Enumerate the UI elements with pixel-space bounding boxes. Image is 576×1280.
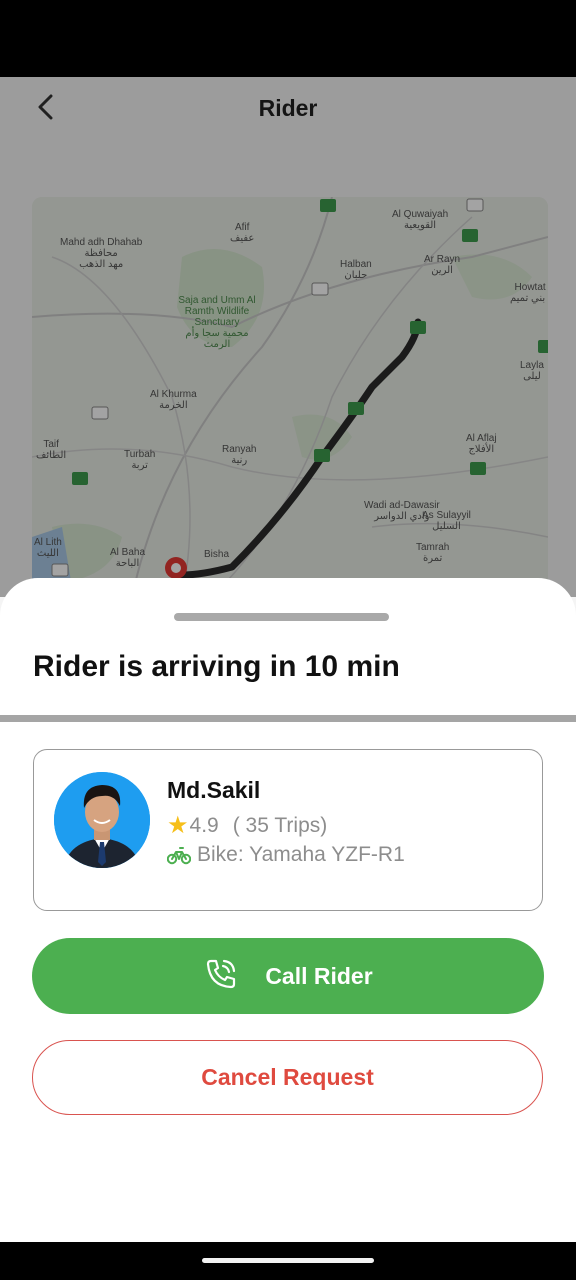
map-label: Halban حلبان xyxy=(340,259,372,281)
call-rider-button[interactable]: Call Rider xyxy=(32,938,544,1014)
map-label: Bisha xyxy=(204,549,230,560)
status-bar xyxy=(0,0,576,77)
rider-rating: ★ 4.9 ( 35 Trips) xyxy=(167,811,327,840)
cancel-request-button[interactable]: Cancel Request xyxy=(32,1040,543,1115)
map-label: Howtat Tamهوطة بني تميم xyxy=(510,282,548,304)
star-icon: ★ xyxy=(167,812,189,839)
bike-label: Bike: Yamaha YZF-R1 xyxy=(197,843,405,866)
rider-name: Md.Sakil xyxy=(167,777,261,803)
map-label: Ar Rayn الرين xyxy=(424,254,461,276)
rider-avatar xyxy=(54,772,150,868)
system-nav-bar xyxy=(0,1242,576,1280)
divider xyxy=(0,715,576,722)
map-label: As Sulayyil السليل xyxy=(422,510,471,532)
rider-card: Md.Sakil ★ 4.9 ( 35 Trips) Bike: Yamaha … xyxy=(33,749,543,911)
map-label: Saja and Umm Al Ramth Wildlife Sanctuary… xyxy=(178,295,256,350)
map-label: Al Aflaj الأفلاج xyxy=(466,433,497,455)
rating-value: 4.9 xyxy=(189,813,219,837)
drag-handle[interactable] xyxy=(174,613,389,621)
rider-bike: Bike: Yamaha YZF-R1 xyxy=(167,843,405,867)
map-label: Al Quwaiyah القويعية xyxy=(392,209,449,231)
app-header: Rider xyxy=(0,77,576,141)
home-indicator[interactable] xyxy=(202,1258,374,1263)
map-label: Turbah تربة xyxy=(124,449,156,471)
route-map[interactable]: Mahd adh Dhahab محافظة مهد الذهب Afif عفيف … xyxy=(32,197,548,597)
map-label: Al Baha الباحة xyxy=(110,547,146,569)
cancel-request-label: Cancel Request xyxy=(201,1064,374,1090)
map-label: Taif الطائف xyxy=(36,439,67,461)
page-title: Rider xyxy=(258,95,318,121)
map-label: Mahd adh Dhahab محافظة مهد الذهب xyxy=(60,237,143,270)
map-label: Ranyah رنية xyxy=(222,444,257,466)
call-rider-label: Call Rider xyxy=(265,962,373,989)
map-label: Al Khurma الخرمة xyxy=(150,389,197,411)
map-label: Tamrah تمرة xyxy=(416,542,450,564)
map-label: Layla ليلى xyxy=(520,360,544,382)
map-label: Afif عفيف xyxy=(230,222,255,244)
bicycle-icon xyxy=(167,845,191,865)
arrival-title: Rider is arriving in 10 min xyxy=(33,650,400,683)
trip-count: ( 35 Trips) xyxy=(232,813,328,837)
bottom-sheet: Rider is arriving in 10 min Md.Sakil ★ 4… xyxy=(0,578,576,1242)
map-label: Al Lith الليث xyxy=(34,537,62,559)
phone-call-icon xyxy=(203,956,239,997)
